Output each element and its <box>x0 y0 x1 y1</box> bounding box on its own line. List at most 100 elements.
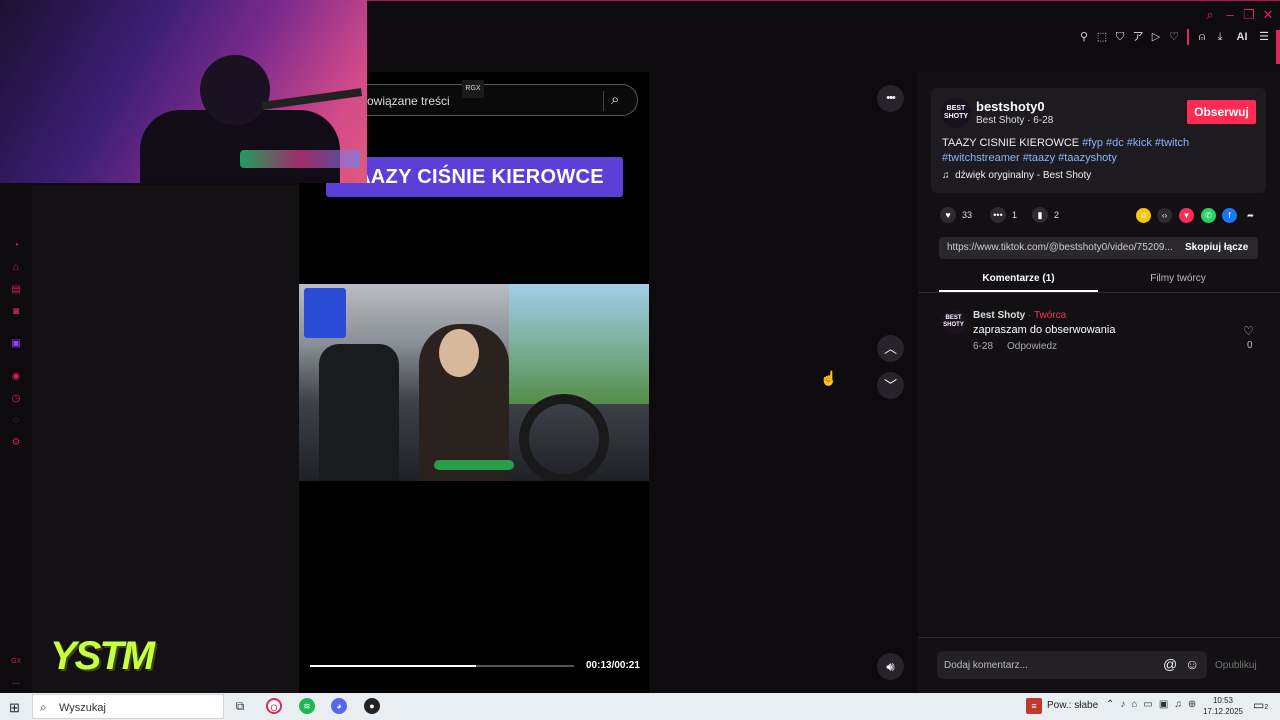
ai-bot-icon[interactable]: ⌂ <box>9 261 23 275</box>
weather-status[interactable]: Pow.: słabe <box>1047 700 1098 711</box>
hashtags-line2[interactable]: #twitchstreamer #taazy #taazyshoty <box>942 152 1117 164</box>
sound-label: dźwięk oryginalny - Best Shoty <box>955 170 1092 181</box>
comment-text: zapraszam do obserwowania <box>973 324 1116 336</box>
comment-date: 6-28 <box>973 341 994 352</box>
notification-icon[interactable]: ▭2 <box>1253 698 1268 712</box>
discord-icon[interactable]: ◕ <box>331 698 347 714</box>
share-arrow-icon[interactable]: ➦ <box>1243 208 1258 223</box>
tab-comments[interactable]: Komentarze (1) <box>939 273 1098 284</box>
translate-icon[interactable]: ア <box>1130 29 1146 45</box>
music-note-icon: ♫ <box>942 170 950 181</box>
related-search-box[interactable]: owiązane treści ⌕ <box>367 84 638 116</box>
progress-fill <box>310 665 477 667</box>
embed-icon[interactable]: ‹› <box>1157 208 1172 223</box>
post-description: TAAZY CISNIE KIEROWCE #fyp #dc #kick #tw… <box>942 136 1242 166</box>
rgx-badge: RGX <box>462 80 484 98</box>
reply-button[interactable]: Odpowiedz <box>1007 341 1057 352</box>
comment-like-count: 0 <box>1247 340 1253 351</box>
heart-icon[interactable]: ♡ <box>1166 29 1182 45</box>
history-icon[interactable]: ◷ <box>9 392 23 406</box>
search-icon[interactable]: ⌕ <box>611 91 619 108</box>
app-icon[interactable]: ● <box>364 698 380 714</box>
search-icon[interactable]: ⌕ <box>1202 7 1218 23</box>
ai-button[interactable]: AI <box>1230 29 1254 45</box>
comment-button[interactable]: ••• 1 <box>990 207 1017 223</box>
webcam-overlay <box>0 0 367 183</box>
progress-bar[interactable] <box>310 665 574 667</box>
pin-icon[interactable]: ⚲ <box>1076 29 1092 45</box>
play-icon[interactable]: ▷ <box>1148 29 1164 45</box>
snapshot-icon[interactable]: ⬚ <box>1094 29 1110 45</box>
heart-icon: ♥ <box>940 207 956 223</box>
hand-cursor-icon: ☝ <box>820 370 838 386</box>
video-time: 00:13/00:21 <box>586 660 640 671</box>
chevron-up-icon[interactable]: ︿ <box>877 335 904 362</box>
notification-count: 2 <box>1264 704 1269 711</box>
emoji-icon[interactable]: ☺ <box>1185 656 1199 672</box>
chevron-down-icon[interactable]: ﹀ <box>877 372 904 399</box>
copy-link-button[interactable]: Skopiuj łącze <box>1185 242 1248 253</box>
gx-corner-icon[interactable]: ◔ <box>9 239 23 253</box>
gx-label[interactable]: GX <box>9 655 23 669</box>
clock[interactable]: 10:53 17.12.2025 <box>1200 695 1246 717</box>
comment-input[interactable]: Dodaj komentarz... @ ☺ <box>937 651 1207 679</box>
whatsapp-icon[interactable]: ◌ <box>9 414 23 428</box>
browser-toolbar: ⚲ ⬚ ⛉ ア ▷ ♡ ⍝ ⤓ AI ☰ <box>1076 29 1272 45</box>
clock-date: 17.12.2025 <box>1202 707 1244 716</box>
comment-author[interactable]: Best Shoty · Twórca <box>973 310 1066 321</box>
video-frame[interactable] <box>299 284 649 481</box>
minimize-icon[interactable]: – <box>1222 7 1238 23</box>
spotify-icon[interactable]: ≋ <box>299 698 315 714</box>
tab-creator-videos[interactable]: Filmy twórcy <box>1098 273 1258 284</box>
profile-icon[interactable]: ⍝ <box>1194 29 1210 45</box>
restore-icon[interactable]: ❐ <box>1241 7 1257 23</box>
username[interactable]: bestshoty0 <box>976 99 1045 114</box>
shield-icon[interactable]: ⛉ <box>1112 29 1128 45</box>
toolbar-separator <box>1187 29 1189 45</box>
facebook-icon[interactable]: f <box>1222 208 1237 223</box>
link-box: https://www.tiktok.com/@bestshoty0/video… <box>939 237 1258 259</box>
more-options-button[interactable]: ••• <box>877 85 904 112</box>
more-label[interactable]: ... <box>9 675 23 689</box>
windows-start-icon[interactable]: ⊞ <box>9 700 20 716</box>
system-tray-icons[interactable]: ⌃♪⌂▭▣♫⊕ <box>1106 699 1202 710</box>
comment-icon: ••• <box>990 207 1006 223</box>
messenger-icon[interactable]: ▤ <box>9 283 23 297</box>
steering-wheel <box>519 394 609 481</box>
publish-button[interactable]: Opublikuj <box>1215 660 1257 671</box>
comment-heart-icon[interactable]: ♡ <box>1243 324 1254 338</box>
clock-time: 10:53 <box>1212 696 1234 705</box>
windows-taskbar: ⊞ ⌕ Wyszukaj ⧉ O ≋ ◕ ● ≡ Pow.: słabe ⌃♪⌂… <box>0 693 1280 720</box>
user-subline: Best Shoty · 6-28 <box>976 115 1054 126</box>
avatar[interactable]: BEST SHOTY <box>941 98 971 128</box>
download-icon[interactable]: ⤓ <box>1212 29 1228 45</box>
browser-sidebar: ◔ ⌂ ▤ ◙ ▣ ◉ ◷ ◌ ⚙ GX ... <box>0 185 32 693</box>
related-search-text: owiązane treści <box>367 94 450 108</box>
sound-link[interactable]: ♫ dźwięk oryginalny - Best Shoty <box>942 170 1091 181</box>
coin-icon[interactable]: ☺ <box>1136 208 1151 223</box>
task-view-icon[interactable]: ⧉ <box>232 698 248 714</box>
follow-button[interactable]: Obserwuj <box>1187 100 1256 124</box>
send-icon[interactable]: ▼ <box>1179 208 1194 223</box>
opera-gx-icon[interactable]: O <box>266 698 282 714</box>
whatsapp-icon[interactable]: ✆ <box>1201 208 1216 223</box>
hashtags-line1[interactable]: #fyp #dc #kick #twitch <box>1082 137 1189 149</box>
comment-count: 1 <box>1012 210 1018 220</box>
video-link[interactable]: https://www.tiktok.com/@bestshoty0/video… <box>947 242 1175 253</box>
settings-icon[interactable]: ⚙ <box>9 436 23 450</box>
save-button[interactable]: ▮ 2 <box>1032 207 1059 223</box>
comment-author-name: Best Shoty <box>973 310 1026 321</box>
volume-icon[interactable]: 🔊︎ <box>877 653 904 680</box>
like-button[interactable]: ♥ 33 <box>940 207 972 223</box>
close-icon[interactable]: ✕ <box>1260 7 1276 23</box>
player-icon[interactable]: ◉ <box>9 370 23 384</box>
comment-placeholder: Dodaj komentarz... <box>944 660 1028 671</box>
browser-window: ⌕ – ❐ ✕ ⚲ ⬚ ⛉ ア ▷ ♡ ⍝ ⤓ AI ☰ ◔ ⌂ ▤ ◙ ▣ ◉… <box>0 0 1280 693</box>
menu-icon[interactable]: ☰ <box>1256 29 1272 45</box>
taskbar-search[interactable]: ⌕ Wyszukaj <box>32 694 224 719</box>
instagram-icon[interactable]: ◙ <box>9 305 23 319</box>
mention-icon[interactable]: @ <box>1163 656 1177 672</box>
watermark <box>434 460 514 470</box>
comment-avatar[interactable]: BEST SHOTY <box>941 310 966 335</box>
twitch-icon[interactable]: ▣ <box>9 337 23 351</box>
